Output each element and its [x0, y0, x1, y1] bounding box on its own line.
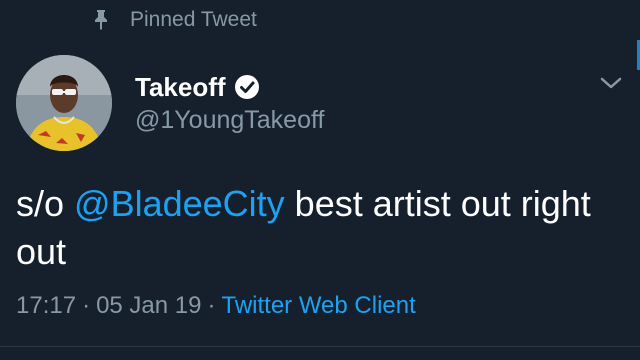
avatar[interactable]	[16, 55, 112, 151]
verified-badge-icon	[234, 75, 259, 99]
tweet-text-prefix: s/o	[16, 183, 75, 224]
divider	[0, 346, 640, 347]
avatar-image	[16, 55, 112, 151]
tweet-time[interactable]: 17:17	[16, 292, 76, 320]
meta-separator: ·	[82, 292, 91, 319]
tweet-date[interactable]: 05 Jan 19	[96, 292, 201, 320]
pinned-tweet-header: Pinned Tweet	[92, 6, 257, 34]
tweet-metadata: 17:17 · 05 Jan 19 · Twitter Web Client	[16, 292, 416, 320]
pinned-tweet-label: Pinned Tweet	[130, 8, 257, 31]
author-handle[interactable]: @1YoungTakeoff	[135, 106, 324, 135]
mention-link[interactable]: @BladeeCity	[74, 183, 285, 224]
client-link[interactable]: Twitter Web Client	[221, 292, 415, 320]
author-display-name[interactable]: Takeoff	[135, 72, 226, 103]
author-name-row[interactable]: Takeoff	[135, 70, 260, 104]
chevron-down-icon[interactable]	[598, 70, 624, 96]
meta-separator: ·	[207, 292, 216, 319]
pin-icon	[95, 10, 107, 30]
tweet-text: s/o @BladeeCity best artist out right ou…	[16, 180, 616, 276]
